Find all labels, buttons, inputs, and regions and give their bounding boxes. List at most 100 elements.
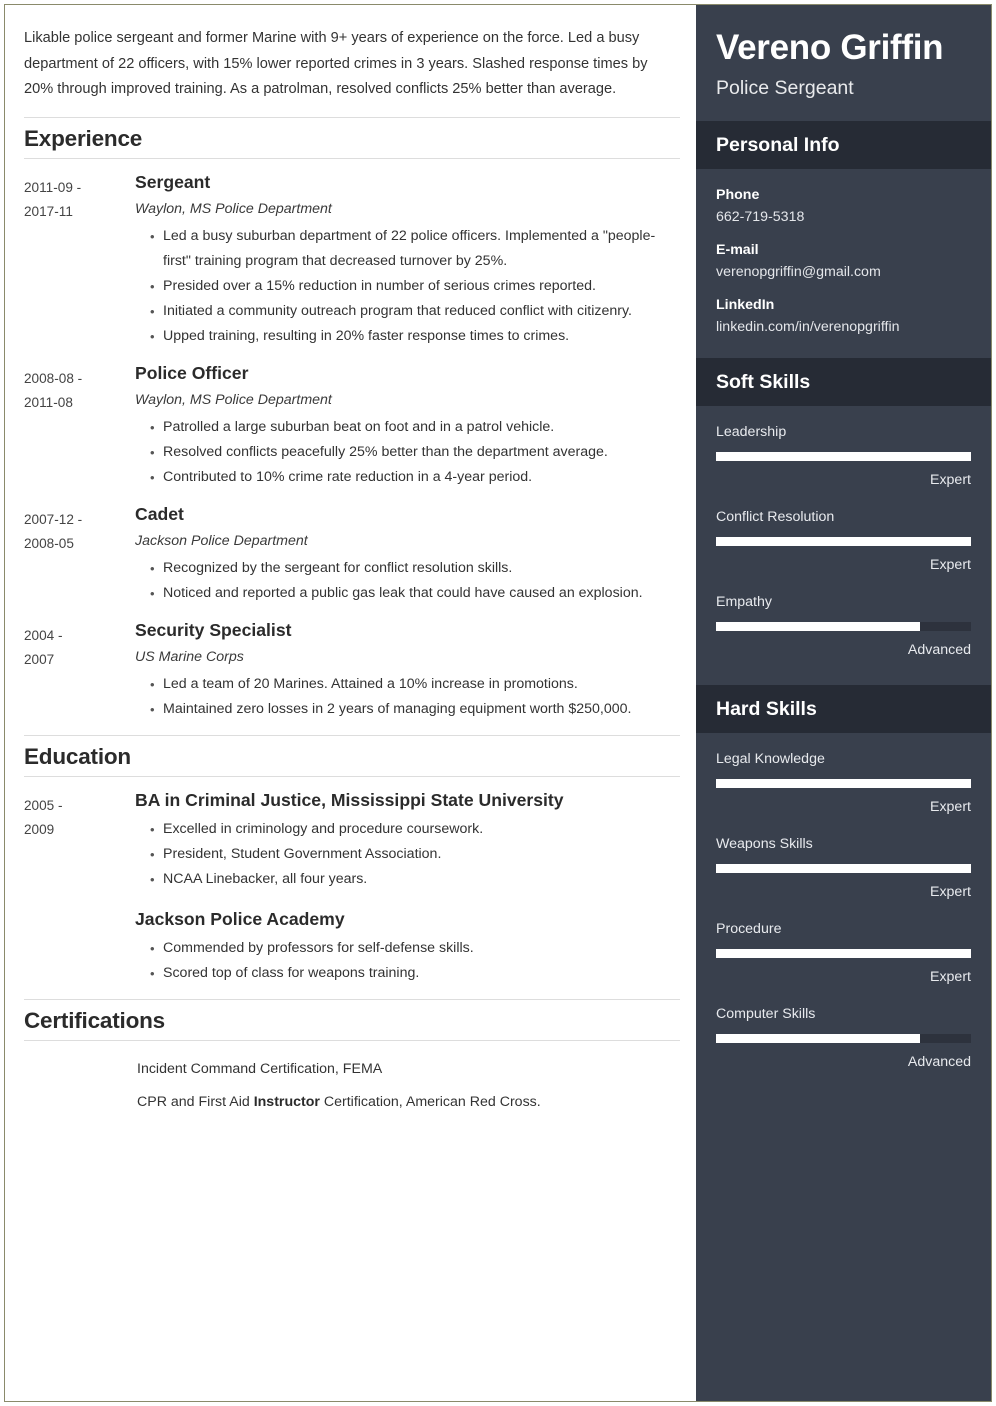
section-header-experience: Experience — [24, 116, 680, 159]
entry-body: BA in Criminal Justice, Mississippi Stat… — [135, 789, 680, 994]
skill-bar-track — [716, 949, 971, 958]
skill-name: Conflict Resolution — [716, 509, 835, 525]
entry-title: Police Officer — [135, 362, 249, 383]
entry-title: Security Specialist — [135, 619, 292, 640]
entry-title: Sergeant — [135, 171, 211, 192]
entry-sub-bullets: Commended by professors for self-defense… — [135, 936, 668, 986]
skill-level-label: Advanced — [907, 642, 971, 658]
skill-bar-fill — [716, 949, 971, 958]
education-list: 2005 - 2009 BA in Criminal Justice, Missis… — [22, 789, 680, 994]
skill-bar-fill — [716, 779, 971, 788]
section-title-certifications: Certifications — [24, 1007, 165, 1033]
skill-name: Legal Knowledge — [716, 751, 825, 767]
hard-skills-list: Legal Knowledge Expert Weapons Skills Exper… — [696, 733, 991, 1097]
certification-item: CPR and First Aid Instructor Certificati… — [137, 1093, 541, 1110]
skill-level-label: Advanced — [907, 1054, 971, 1070]
skill-level-label: Expert — [929, 472, 971, 488]
entry-bullets: Recognized by the sergeant for conflict … — [135, 556, 668, 606]
skill-item: Legal Knowledge Expert — [716, 749, 971, 817]
skill-name: Computer Skills — [716, 1006, 816, 1022]
entry-organization: Waylon, MS Police Department — [135, 391, 332, 408]
skill-level-label: Expert — [929, 799, 971, 815]
date-to: 2009 — [24, 821, 55, 837]
bullet-item: Excelled in criminology and procedure co… — [150, 817, 668, 842]
skill-name: Weapons Skills — [716, 836, 813, 852]
entry-bullets: Patrolled a large suburban beat on foot … — [135, 415, 668, 490]
skill-bar-track — [716, 1034, 971, 1043]
personal-info-item: E-mail verenopgriffin@gmail.com — [716, 240, 971, 282]
entry-body: Cadet Jackson Police Department Recognized… — [135, 503, 680, 614]
bullet-item: Presided over a 15% reduction in number … — [150, 274, 668, 299]
date-to: 2017-11 — [24, 203, 73, 219]
skill-item: Conflict Resolution Expert — [716, 507, 971, 575]
entry-sub-block: Jackson Police Academy Commended by profe… — [135, 908, 668, 986]
entry-sub-title: Jackson Police Academy — [135, 908, 345, 929]
entry-title: Cadet — [135, 503, 184, 524]
bullet-item: Recognized by the sergeant for conflict … — [150, 556, 668, 581]
entry-dates: 2007-12 - 2008-05 — [22, 503, 135, 614]
bullet-item: Noticed and reported a public gas leak t… — [150, 581, 668, 606]
section-header-certifications: Certifications — [24, 998, 680, 1041]
candidate-job-title: Police Sergeant — [716, 77, 854, 99]
bullet-item: Scored top of class for weapons training… — [150, 961, 668, 986]
skill-item: Weapons Skills Expert — [716, 834, 971, 902]
personal-info-item: LinkedIn linkedin.com/in/verenopgriffin — [716, 295, 971, 337]
bullet-item: Contributed to 10% crime rate reduction … — [150, 465, 668, 490]
resume-sheet: Likable police sergeant and former Marin… — [4, 4, 991, 1401]
bullet-item: President, Student Government Associatio… — [150, 842, 668, 867]
bullet-item: Commended by professors for self-defense… — [150, 936, 668, 961]
skill-item: Computer Skills Advanced — [716, 1004, 971, 1072]
education-entry: 2005 - 2009 BA in Criminal Justice, Missis… — [22, 789, 680, 994]
entry-dates: 2004 - 2007 — [22, 619, 135, 730]
entry-dates: 2008-08 - 2011-08 — [22, 362, 135, 498]
sidebar-heading-hard-skills: Hard Skills — [716, 698, 817, 720]
entry-bullets: Led a busy suburban department of 22 pol… — [135, 224, 668, 349]
sidebar-band-hard-skills: Hard Skills — [696, 685, 991, 733]
summary-paragraph: Likable police sergeant and former Marin… — [24, 30, 648, 98]
bullet-item: Maintained zero losses in 2 years of man… — [150, 697, 668, 722]
experience-entry: 2011-09 - 2017-11 Sergeant Waylon, MS Polic… — [22, 171, 680, 357]
sidebar-heading-soft-skills: Soft Skills — [716, 371, 811, 393]
bullet-item: Upped training, resulting in 20% faster … — [150, 324, 668, 349]
skill-name: Empathy — [716, 594, 772, 610]
skill-item: Empathy Advanced — [716, 592, 971, 660]
experience-entry: 2008-08 - 2011-08 Police Officer Waylon, MS… — [22, 362, 680, 498]
bullet-item: Initiated a community outreach program t… — [150, 299, 668, 324]
sidebar-band-soft-skills: Soft Skills — [696, 358, 991, 406]
sidebar: Vereno Griffin Police Sergeant Personal … — [696, 4, 991, 1401]
sidebar-heading-personal-info: Personal Info — [716, 134, 840, 156]
skill-name: Leadership — [716, 424, 787, 440]
date-from: 2005 - — [24, 797, 63, 813]
skill-bar-fill — [716, 622, 920, 631]
skill-item: Procedure Expert — [716, 919, 971, 987]
entry-body: Police Officer Waylon, MS Police Departme… — [135, 362, 680, 498]
date-to: 2008-05 — [24, 535, 74, 551]
bullet-item: Resolved conflicts peacefully 25% better… — [150, 440, 668, 465]
skill-bar-track — [716, 452, 971, 461]
personal-info-value[interactable]: verenopgriffin@gmail.com — [716, 262, 971, 282]
section-title-education: Education — [24, 743, 131, 769]
date-to: 2011-08 — [24, 394, 73, 410]
certification-item: Incident Command Certification, FEMA — [137, 1060, 383, 1077]
experience-list: 2011-09 - 2017-11 Sergeant Waylon, MS Polic… — [22, 171, 680, 730]
skill-level-label: Expert — [929, 969, 971, 985]
skill-bar-fill — [716, 1034, 920, 1043]
entry-body: Sergeant Waylon, MS Police Department Led … — [135, 171, 680, 357]
skill-bar-track — [716, 779, 971, 788]
skill-bar-fill — [716, 452, 971, 461]
skill-bar-track — [716, 622, 971, 631]
personal-info-value[interactable]: linkedin.com/in/verenopgriffin — [716, 317, 971, 337]
date-to: 2007 — [24, 651, 55, 667]
resume-page: Likable police sergeant and former Marin… — [0, 0, 996, 1406]
personal-info-label: LinkedIn — [716, 297, 775, 313]
personal-info-label: E-mail — [716, 242, 759, 258]
skill-bar-fill — [716, 537, 971, 546]
skill-level-label: Expert — [929, 884, 971, 900]
date-from: 2007-12 - — [24, 511, 83, 527]
bullet-item: NCAA Linebacker, all four years. — [150, 867, 668, 892]
skill-item: Leadership Expert — [716, 422, 971, 490]
bullet-item: Led a busy suburban department of 22 pol… — [150, 224, 668, 274]
entry-bullets: Excelled in criminology and procedure co… — [135, 817, 668, 892]
personal-info-value[interactable]: 662-719-5318 — [716, 207, 971, 227]
date-from: 2011-09 - — [24, 179, 82, 195]
